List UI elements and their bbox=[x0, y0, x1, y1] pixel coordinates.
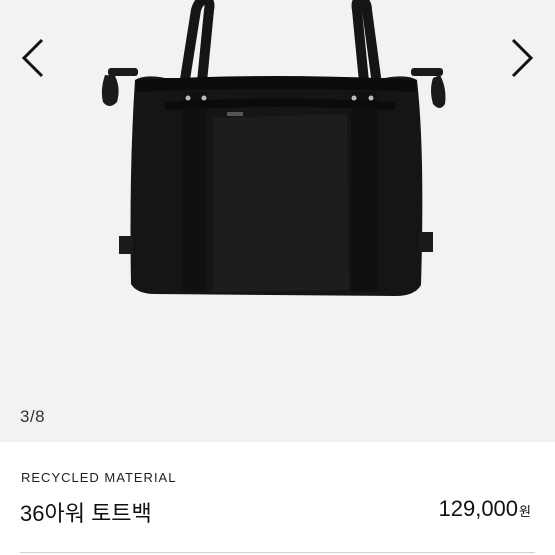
product-name: 36아워 토트백 bbox=[20, 501, 152, 526]
price-amount: 129,000 bbox=[438, 496, 519, 521]
bag-strap-right bbox=[351, 92, 377, 292]
image-counter: 3/8 bbox=[20, 407, 46, 426]
chevron-right-icon[interactable] bbox=[507, 36, 537, 80]
price-unit: 원 bbox=[519, 504, 531, 519]
bag-clip-left bbox=[101, 75, 119, 106]
bag-strap-left bbox=[183, 92, 207, 292]
product-image-gallery[interactable]: 3/8 bbox=[0, 0, 555, 442]
bag-front-pocket bbox=[213, 114, 349, 292]
product-image bbox=[101, 0, 446, 297]
product-price: 129,000원 bbox=[439, 496, 532, 522]
bag-clip-right bbox=[431, 75, 446, 108]
product-collection-label: RECYCLED MATERIAL bbox=[21, 470, 177, 485]
chevron-left-icon[interactable] bbox=[18, 36, 48, 80]
divider bbox=[20, 552, 535, 553]
product-info: RECYCLED MATERIAL 36아워 토트백 129,000원 bbox=[0, 442, 555, 555]
